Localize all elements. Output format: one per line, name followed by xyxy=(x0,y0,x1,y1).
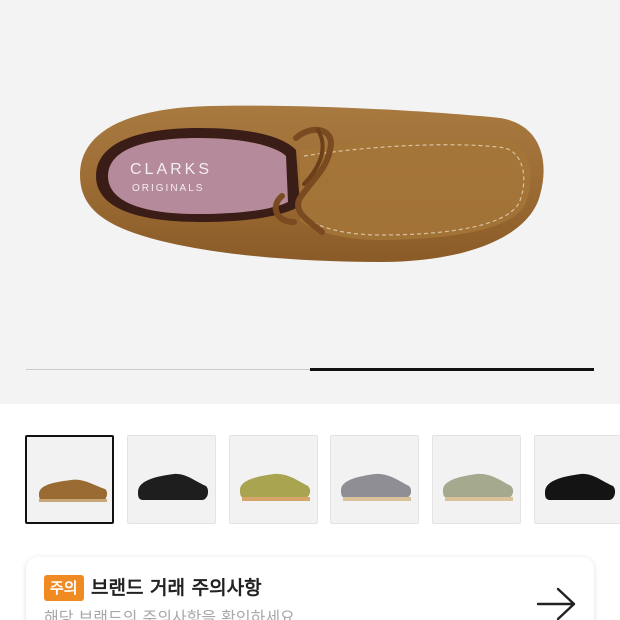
svg-text:CLARKS: CLARKS xyxy=(130,161,212,178)
thumbnail-strip xyxy=(25,435,620,525)
product-image-area[interactable]: CLARKS ORIGINALS xyxy=(0,0,620,404)
black-leather-icon xyxy=(138,473,209,500)
olive-suede-icon xyxy=(240,473,311,501)
cola-suede-icon xyxy=(39,479,108,502)
thumbnail-sage-suede[interactable] xyxy=(432,435,521,524)
thumbnail-olive-suede[interactable] xyxy=(229,435,318,524)
product-image: CLARKS ORIGINALS xyxy=(80,105,544,263)
black-suede-icon xyxy=(545,473,616,500)
thumbnail-black-suede[interactable] xyxy=(534,435,620,524)
thumbnail-black-leather[interactable] xyxy=(127,435,216,524)
arrow-right-icon[interactable] xyxy=(536,586,578,620)
gallery-progress-indicator xyxy=(310,368,594,371)
thumbnail-cola-suede[interactable] xyxy=(25,435,114,524)
thumbnail-grey-suede[interactable] xyxy=(330,435,419,524)
caution-badge: 주의 xyxy=(44,575,84,601)
sage-suede-icon xyxy=(443,473,514,501)
notice-title: 브랜드 거래 주의사항 xyxy=(91,577,262,599)
grey-suede-icon xyxy=(341,473,412,501)
notice-subtitle: 해당 브랜드의 주의사항을 확인하세요 xyxy=(44,608,295,620)
brand-notice-card[interactable]: 주의 브랜드 거래 주의사항 해당 브랜드의 주의사항을 확인하세요 xyxy=(26,557,594,620)
svg-text:ORIGINALS: ORIGINALS xyxy=(132,183,204,194)
